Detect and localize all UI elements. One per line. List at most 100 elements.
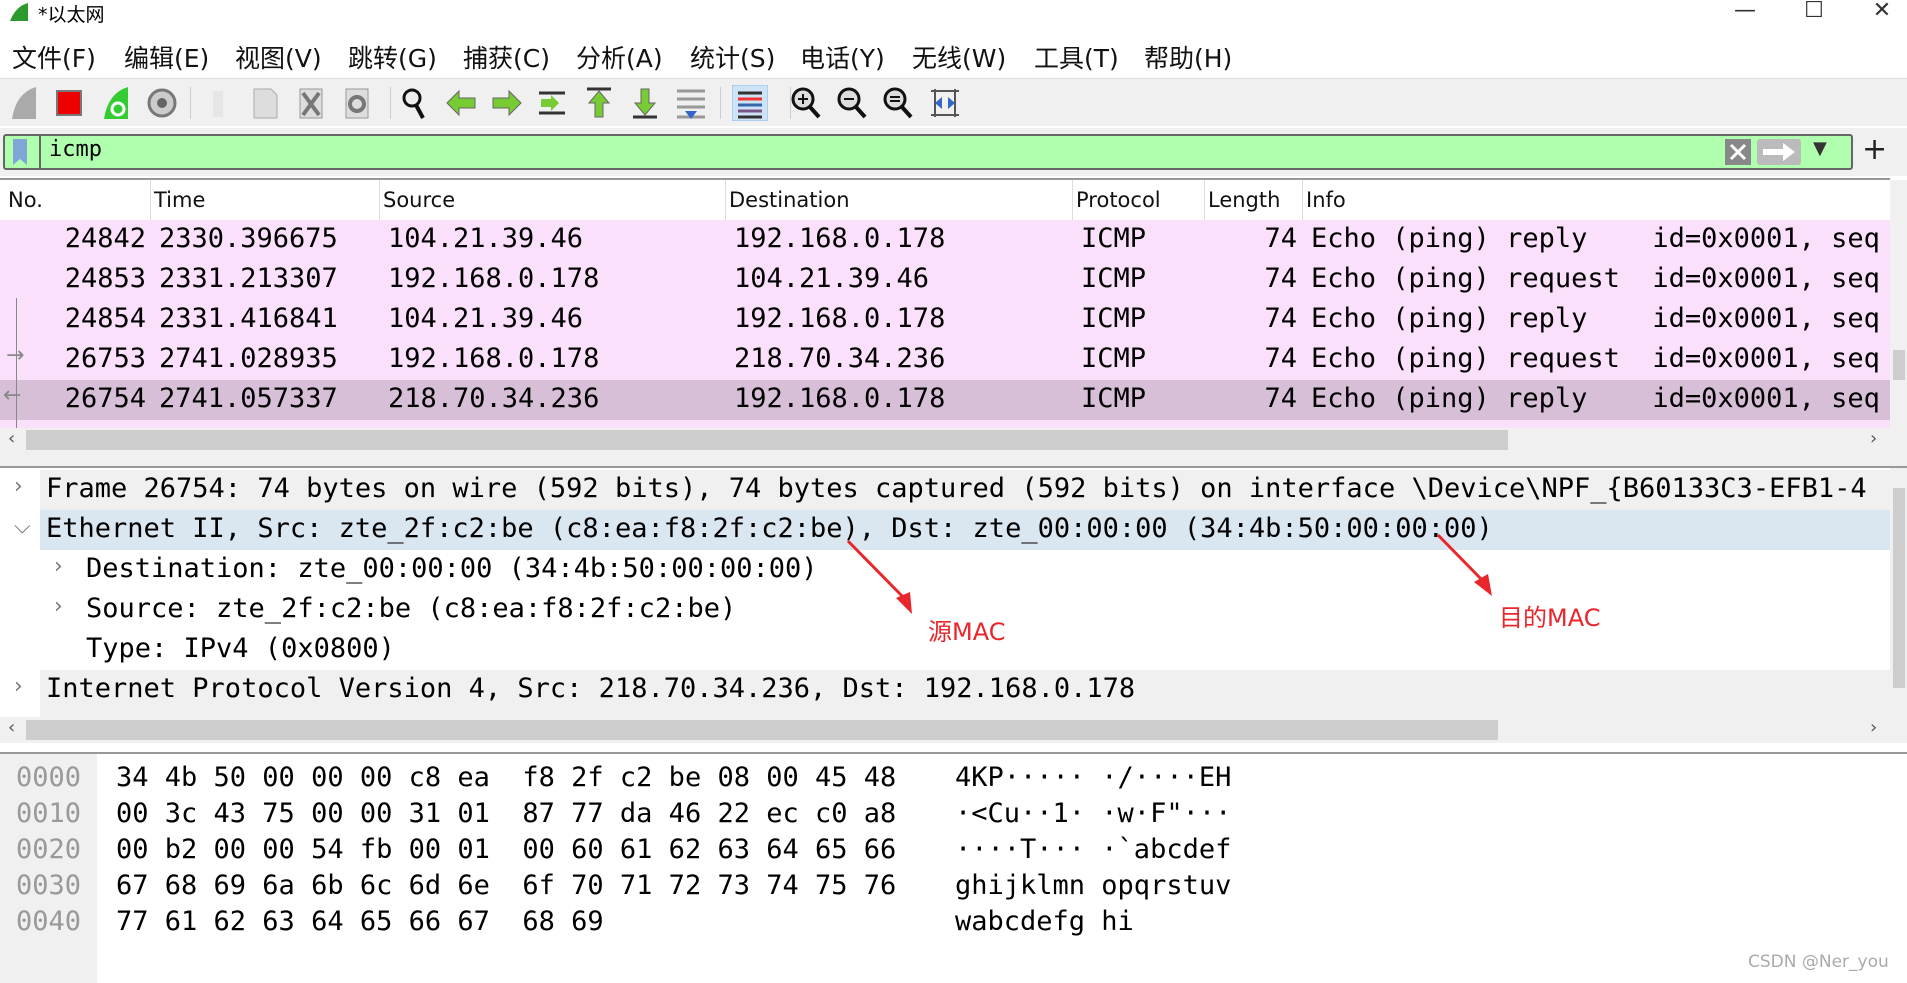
menu-1[interactable]: 编辑(E) xyxy=(124,39,209,75)
zoom-normal-icon[interactable] xyxy=(880,85,916,121)
go-last-icon[interactable] xyxy=(627,85,663,121)
packet-row[interactable]: 26754 2741.057337 218.70.34.236 192.168.0.1… xyxy=(0,380,1890,420)
column-separator[interactable] xyxy=(725,180,726,220)
save-file-icon[interactable] xyxy=(247,85,283,121)
go-to-packet-icon[interactable] xyxy=(535,85,571,121)
menu-8[interactable]: 无线(W) xyxy=(912,39,1006,75)
column-header-source[interactable]: Source xyxy=(383,188,455,212)
packet-list-hscrollbar[interactable]: ‹ › xyxy=(0,428,1907,452)
menu-7[interactable]: 电话(Y) xyxy=(800,39,885,75)
byte-ascii[interactable]: ····T··· ·`abcdef xyxy=(955,834,1231,865)
detail-text: Frame 26754: 74 bytes on wire (592 bits)… xyxy=(46,473,1867,504)
packet-row[interactable]: 26753 2741.028935 192.168.0.178 218.70.34.2… xyxy=(0,340,1890,380)
details-vscrollbar[interactable] xyxy=(1890,468,1907,717)
cell-dst: 104.21.39.46 xyxy=(734,263,930,294)
menu-0[interactable]: 文件(F) xyxy=(12,39,96,75)
close-file-icon[interactable] xyxy=(293,85,329,121)
byte-hex[interactable]: 34 4b 50 00 00 00 c8 ea f8 2f c2 be 08 0… xyxy=(116,762,896,793)
column-header-time[interactable]: Time xyxy=(154,188,205,212)
cell-no: 24853 xyxy=(64,263,146,294)
packet-row[interactable]: 24842 2330.396675 104.21.39.46 192.168.0.17… xyxy=(0,220,1890,260)
byte-hex[interactable]: 00 3c 43 75 00 00 31 01 87 77 da 46 22 e… xyxy=(116,798,896,829)
byte-ascii[interactable]: ·<Cu··1· ·w·F"··· xyxy=(955,798,1231,829)
detail-row[interactable]: › Destination: zte_00:00:00 (34:4b:50:00:… xyxy=(40,550,1890,590)
auto-scroll-icon[interactable] xyxy=(673,85,709,121)
menu-10[interactable]: 帮助(H) xyxy=(1144,39,1232,75)
column-header-no[interactable]: No. xyxy=(8,188,43,212)
cell-no: 24854 xyxy=(64,303,146,334)
cell-src: 192.168.0.178 xyxy=(388,343,600,374)
column-header-destination[interactable]: Destination xyxy=(729,188,850,212)
packet-list[interactable]: No. Time Source Destination Protocol Length In… xyxy=(0,178,1890,428)
filter-value[interactable]: icmp xyxy=(49,137,102,162)
minimize-button[interactable]: — xyxy=(1725,0,1765,23)
column-header-protocol[interactable]: Protocol xyxy=(1076,188,1161,212)
menu-6[interactable]: 统计(S) xyxy=(690,39,775,75)
cell-no: 24842 xyxy=(64,223,146,254)
menu-4[interactable]: 捕获(C) xyxy=(463,39,550,75)
toolbar-separator xyxy=(720,87,721,119)
find-packet-icon[interactable] xyxy=(397,85,433,121)
restart-capture-icon[interactable] xyxy=(98,85,134,121)
cell-src: 104.21.39.46 xyxy=(388,223,584,254)
resize-columns-icon[interactable] xyxy=(927,85,963,121)
menu-5[interactable]: 分析(A) xyxy=(576,39,663,75)
detail-row[interactable]: ⌵ Ethernet II, Src: zte_2f:c2:be (c8:ea:f… xyxy=(14,510,1890,550)
menu-9[interactable]: 工具(T) xyxy=(1034,39,1119,75)
menu-3[interactable]: 跳转(G) xyxy=(348,39,437,75)
byte-offset: 0040 xyxy=(16,906,82,937)
maximize-button[interactable]: ☐ xyxy=(1794,0,1834,23)
byte-hex[interactable]: 00 b2 00 00 54 fb 00 01 00 60 61 62 63 6… xyxy=(116,834,896,865)
collapsed-chevron-icon[interactable]: › xyxy=(14,674,23,699)
add-filter-button[interactable]: + xyxy=(1862,132,1887,167)
go-back-icon[interactable] xyxy=(443,85,479,121)
collapsed-chevron-icon[interactable]: › xyxy=(54,594,63,619)
close-button[interactable]: ✕ xyxy=(1862,0,1902,23)
byte-ascii[interactable]: ghijklmn opqrstuv xyxy=(955,870,1231,901)
column-separator[interactable] xyxy=(1072,180,1073,220)
packet-bytes[interactable]: 0000 34 4b 50 00 00 00 c8 ea f8 2f c2 be … xyxy=(0,752,1907,983)
reload-file-icon[interactable] xyxy=(339,85,375,121)
packet-details[interactable]: › Frame 26754: 74 bytes on wire (592 bits… xyxy=(0,468,1890,717)
open-file-icon[interactable] xyxy=(201,85,237,121)
request-arrow-icon: → xyxy=(6,343,25,368)
expanded-chevron-icon[interactable]: ⌵ xyxy=(14,514,31,539)
filter-history-dropdown-icon[interactable]: ▼ xyxy=(1813,138,1827,159)
column-separator[interactable] xyxy=(1204,180,1205,220)
cell-dst: 192.168.0.178 xyxy=(734,303,946,334)
byte-ascii[interactable]: wabcdefg hi xyxy=(955,906,1134,937)
start-capture-icon[interactable] xyxy=(6,85,42,121)
packet-row[interactable]: 24854 2331.416841 104.21.39.46 192.168.0.17… xyxy=(0,300,1890,340)
byte-hex[interactable]: 67 68 69 6a 6b 6c 6d 6e 6f 70 71 72 73 7… xyxy=(116,870,896,901)
column-separator[interactable] xyxy=(1302,180,1303,220)
clear-filter-icon[interactable] xyxy=(1725,139,1751,165)
column-header-length[interactable]: Length xyxy=(1208,188,1280,212)
bookmark-icon[interactable] xyxy=(11,139,29,165)
apply-filter-icon[interactable] xyxy=(1757,139,1801,165)
detail-row[interactable]: › Frame 26754: 74 bytes on wire (592 bits… xyxy=(14,470,1890,510)
toolbar-separator xyxy=(190,87,191,119)
zoom-out-icon[interactable] xyxy=(834,85,870,121)
go-first-icon[interactable] xyxy=(581,85,617,121)
display-filter-input[interactable]: icmp ▼ xyxy=(3,134,1853,170)
collapsed-chevron-icon[interactable]: › xyxy=(54,554,63,579)
colorize-icon[interactable] xyxy=(732,85,768,121)
column-separator[interactable] xyxy=(379,180,380,220)
packet-row[interactable]: 24853 2331.213307 192.168.0.178 104.21.39.4… xyxy=(0,260,1890,300)
stop-capture-icon[interactable] xyxy=(51,85,87,121)
zoom-in-icon[interactable] xyxy=(788,85,824,121)
column-header-info[interactable]: Info xyxy=(1306,188,1346,212)
go-forward-icon[interactable] xyxy=(489,85,525,121)
column-separator[interactable] xyxy=(150,180,151,220)
byte-ascii[interactable]: 4KP····· ·/····EH xyxy=(955,762,1231,793)
details-hscrollbar[interactable]: ‹ › xyxy=(0,717,1907,743)
byte-hex[interactable]: 77 61 62 63 64 65 66 67 68 69 xyxy=(116,906,604,937)
packet-list-vscrollbar[interactable] xyxy=(1890,180,1907,428)
menu-2[interactable]: 视图(V) xyxy=(235,39,322,75)
detail-row-partial[interactable] xyxy=(40,710,1890,717)
pane-splitter[interactable] xyxy=(0,452,1907,468)
collapsed-chevron-icon[interactable]: › xyxy=(14,474,23,499)
capture-options-icon[interactable] xyxy=(144,85,180,121)
detail-row[interactable]: › Internet Protocol Version 4, Src: 218.7… xyxy=(14,670,1890,710)
packet-row-partial[interactable] xyxy=(0,420,1890,428)
